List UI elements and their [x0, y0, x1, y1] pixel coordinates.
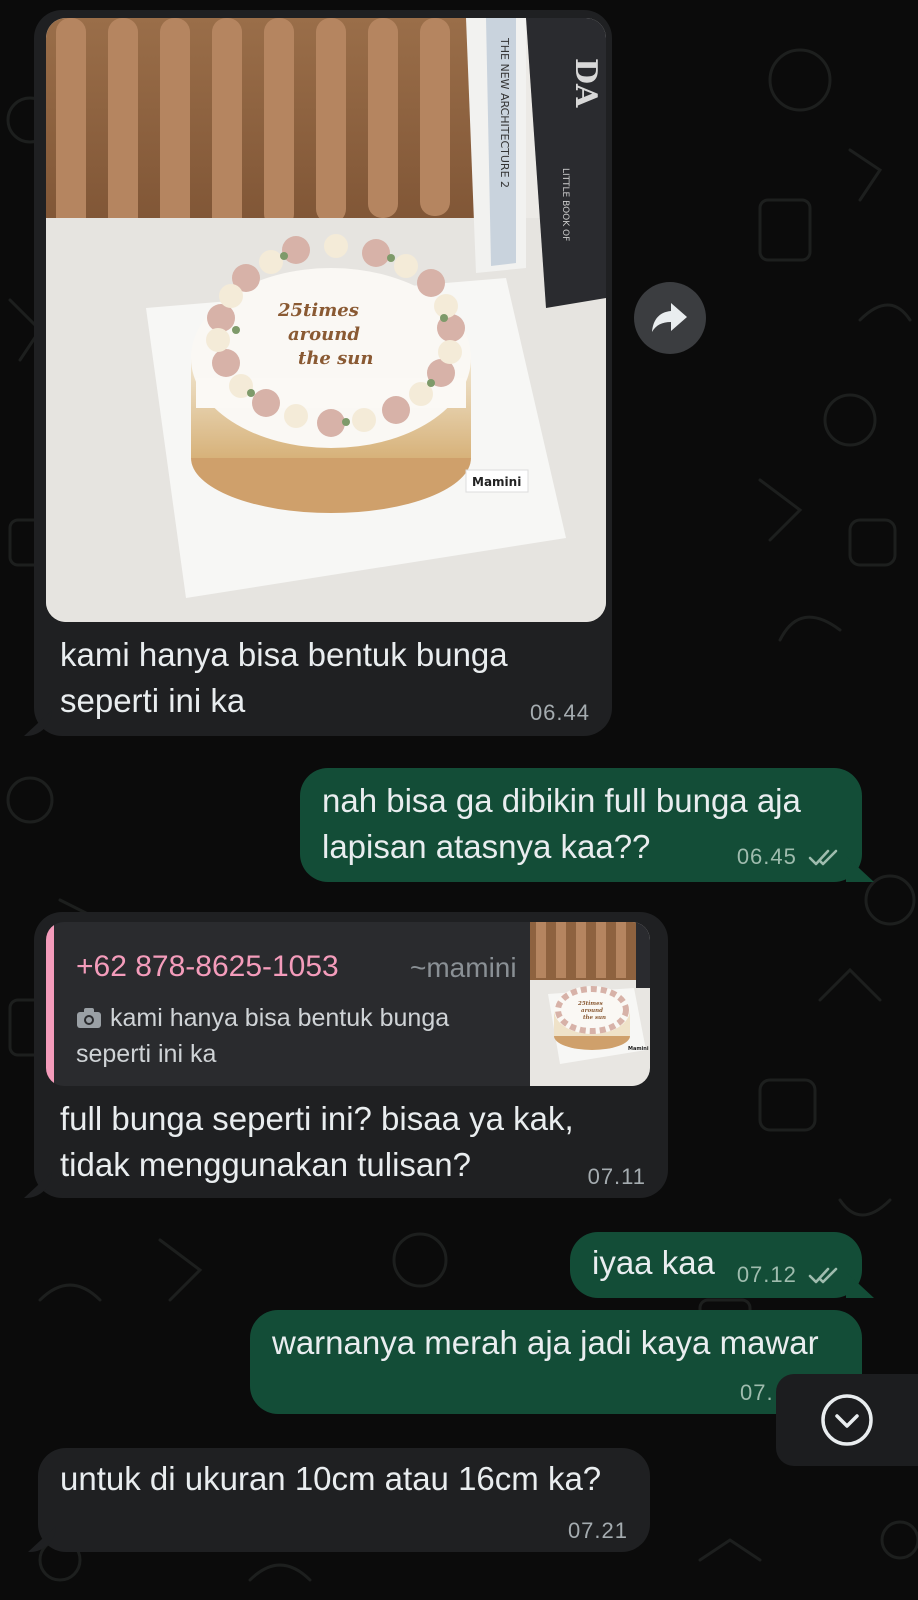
- message-text: iyaa kaa: [592, 1244, 715, 1281]
- double-check-icon: [808, 849, 838, 866]
- quote-sender-name: ~mamini: [410, 952, 517, 983]
- thumb-cake-text-2: around: [581, 1008, 603, 1014]
- cake-text-line-1: 25times: [277, 300, 359, 321]
- message-time: 06.45: [736, 844, 797, 869]
- quote-text-line-1: kami hanya bisa bentuk bunga: [76, 1000, 449, 1036]
- incoming-message[interactable]: untuk di ukuran 10cm atau 16cm ka? 07.21: [28, 1448, 650, 1552]
- forward-arrow-icon: [652, 303, 687, 332]
- quote-sender-phone: +62 878-8625-1053: [76, 950, 339, 983]
- forward-button[interactable]: [634, 282, 706, 354]
- message-time: 07.: [740, 1380, 774, 1405]
- message-text: full bunga seperti ini? bisaa ya kak, ti…: [60, 1100, 574, 1183]
- quote-text: kami hanya bisa bentuk bunga: [110, 1004, 450, 1032]
- incoming-reply-message[interactable]: +62 878-8625-1053 ~mamini kami hanya bis…: [24, 912, 668, 1198]
- quote-accent-bar: [46, 922, 54, 1086]
- book-spine-1: THE NEW ARCHITECTURE 2: [498, 37, 511, 188]
- cake-photo[interactable]: THE NEW ARCHITECTURE 2 LITTLE BOOK OF DA: [46, 18, 606, 622]
- message-text: kami hanya bisa bentuk bunga seperti ini…: [60, 636, 508, 719]
- quote-thumbnail: 25times around the sun Mamini: [530, 922, 650, 1086]
- scroll-to-bottom-button[interactable]: [776, 1374, 918, 1466]
- message-time: 07.11: [587, 1164, 646, 1189]
- thumb-cake-text-1: 25times: [577, 1001, 603, 1007]
- outgoing-message[interactable]: nah bisa ga dibikin full bunga aja lapis…: [300, 768, 874, 882]
- message-time: 07.12: [736, 1262, 797, 1287]
- outgoing-message[interactable]: warnanya merah aja jadi kaya mawar 07.: [250, 1310, 862, 1414]
- double-check-icon: [808, 1267, 838, 1284]
- message-text: untuk di ukuran 10cm atau 16cm ka?: [60, 1460, 602, 1497]
- brand-tag: Mamini: [472, 475, 521, 489]
- message-meta: 07.12: [737, 1262, 840, 1288]
- message-time: 07.21: [567, 1518, 628, 1543]
- message-text: warnanya merah aja jadi kaya mawar: [272, 1324, 819, 1361]
- cake-photo-image: THE NEW ARCHITECTURE 2 LITTLE BOOK OF DA: [46, 18, 606, 622]
- message-meta: 06.45: [737, 844, 840, 870]
- camera-icon: [77, 1008, 101, 1028]
- book-spine-2: LITTLE BOOK OF: [560, 168, 570, 241]
- cake-text-line-2: around: [288, 324, 360, 345]
- quoted-message[interactable]: +62 878-8625-1053 ~mamini kami hanya bis…: [46, 922, 650, 1086]
- thumb-cake-text-3: the sun: [583, 1015, 606, 1021]
- book-spine-3: DA: [568, 58, 603, 108]
- message-time: 06.44: [529, 700, 590, 725]
- chevron-down-circle-icon: [821, 1394, 873, 1446]
- quote-text-line-2: seperti ini ka: [76, 1040, 217, 1068]
- incoming-image-message[interactable]: THE NEW ARCHITECTURE 2 LITTLE BOOK OF DA: [24, 10, 612, 736]
- thumb-brand-tag: Mamini: [628, 1046, 649, 1052]
- outgoing-message[interactable]: iyaa kaa 07.12: [570, 1232, 874, 1298]
- cake-text-line-3: the sun: [298, 348, 373, 369]
